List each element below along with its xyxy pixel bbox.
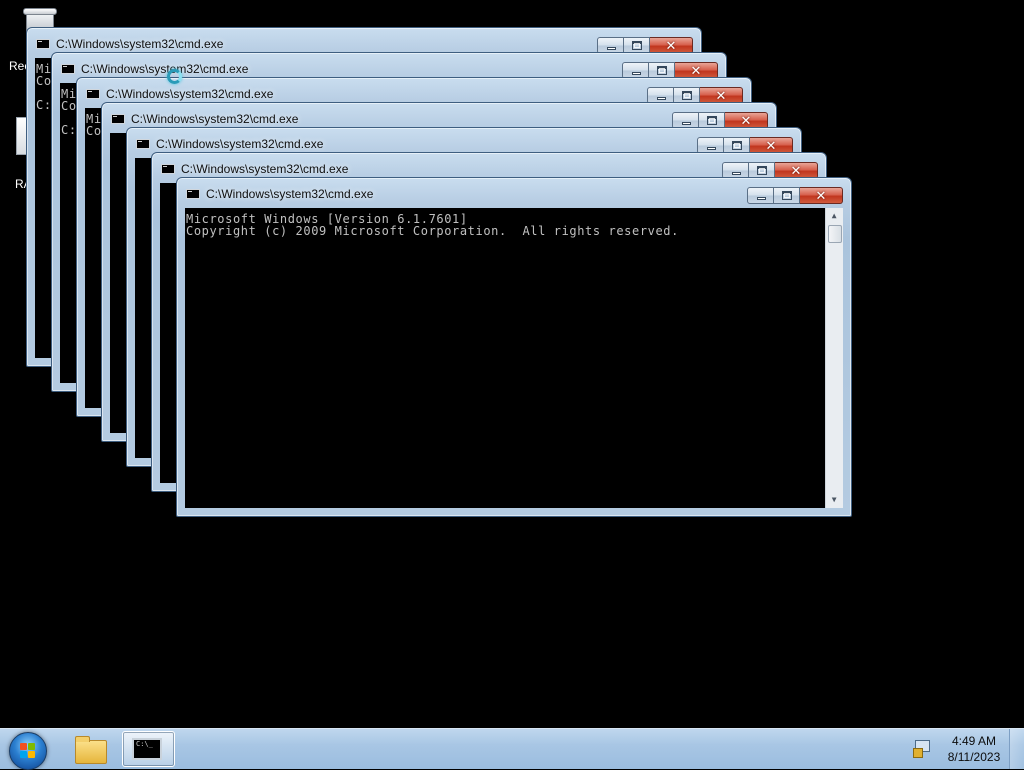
close-icon: ✕ [665, 38, 677, 53]
maximize-icon [782, 191, 792, 200]
taskbar-cmd-button[interactable]: C:\_ [122, 731, 175, 767]
cmd-icon[interactable] [36, 39, 50, 49]
show-desktop-button[interactable] [1009, 729, 1024, 769]
clock-date: 8/11/2023 [947, 750, 1001, 764]
minimize-icon [707, 147, 716, 150]
maximize-icon [707, 116, 717, 125]
busy-cursor-icon [167, 69, 182, 84]
minimize-icon [757, 197, 766, 200]
scroll-thumb[interactable] [828, 225, 842, 243]
maximize-button[interactable] [774, 187, 800, 204]
taskbar: C:\_ 4:49 AM 8/11/2023 [0, 728, 1024, 770]
window-title: C:\Windows\system32\cmd.exe [56, 37, 224, 51]
console-area[interactable]: Microsoft Windows [Version 6.1.7601] Cop… [185, 208, 843, 508]
cmd-icon[interactable] [86, 89, 100, 99]
maximize-icon [757, 166, 767, 175]
maximize-icon [632, 41, 642, 50]
close-button[interactable]: ✕ [800, 187, 843, 204]
cmd-icon[interactable] [161, 164, 175, 174]
window-title: C:\Windows\system32\cmd.exe [156, 137, 324, 151]
clock-time: 4:49 AM [951, 734, 997, 748]
cmd-icon: C:\_ [132, 738, 162, 760]
close-icon: ✕ [815, 188, 827, 203]
system-clock[interactable]: 4:49 AM 8/11/2023 [939, 733, 1009, 765]
minimize-icon [607, 47, 616, 50]
caption-buttons: ✕ [747, 187, 843, 204]
close-icon: ✕ [740, 113, 752, 128]
close-icon: ✕ [765, 138, 777, 153]
scroll-down-icon[interactable]: ▼ [826, 492, 843, 508]
cmd-window-7[interactable]: C:\Windows\system32\cmd.exe ✕ Microsoft … [176, 177, 852, 517]
cmd-icon[interactable] [61, 64, 75, 74]
minimize-icon [682, 122, 691, 125]
windows-logo-icon [20, 743, 36, 759]
action-center-icon[interactable] [913, 740, 931, 758]
minimize-icon [657, 97, 666, 100]
cmd-icon[interactable] [136, 139, 150, 149]
minimize-button[interactable] [747, 187, 774, 204]
close-icon: ✕ [715, 88, 727, 103]
cmd-icon[interactable] [111, 114, 125, 124]
maximize-icon [732, 141, 742, 150]
start-button[interactable] [9, 732, 47, 770]
window-title: C:\Windows\system32\cmd.exe [131, 112, 299, 126]
window-title: C:\Windows\system32\cmd.exe [81, 62, 249, 76]
folder-icon [75, 736, 107, 764]
minimize-icon [732, 172, 741, 175]
vertical-scrollbar[interactable]: ▲ ▼ [825, 208, 843, 508]
maximize-icon [682, 91, 692, 100]
maximize-icon [657, 66, 667, 75]
close-icon: ✕ [690, 63, 702, 78]
minimize-icon [632, 72, 641, 75]
console-line: Copyright (c) 2009 Microsoft Corporation… [186, 224, 679, 238]
window-title: C:\Windows\system32\cmd.exe [106, 87, 274, 101]
window-title: C:\Windows\system32\cmd.exe [206, 187, 374, 201]
title-bar[interactable]: C:\Windows\system32\cmd.exe ✕ [177, 178, 851, 208]
scroll-up-icon[interactable]: ▲ [826, 208, 843, 224]
cmd-icon[interactable] [186, 189, 200, 199]
close-icon: ✕ [790, 163, 802, 178]
recycle-bin-lid [23, 8, 57, 15]
taskbar-explorer-button[interactable] [66, 731, 112, 767]
window-title: C:\Windows\system32\cmd.exe [181, 162, 349, 176]
